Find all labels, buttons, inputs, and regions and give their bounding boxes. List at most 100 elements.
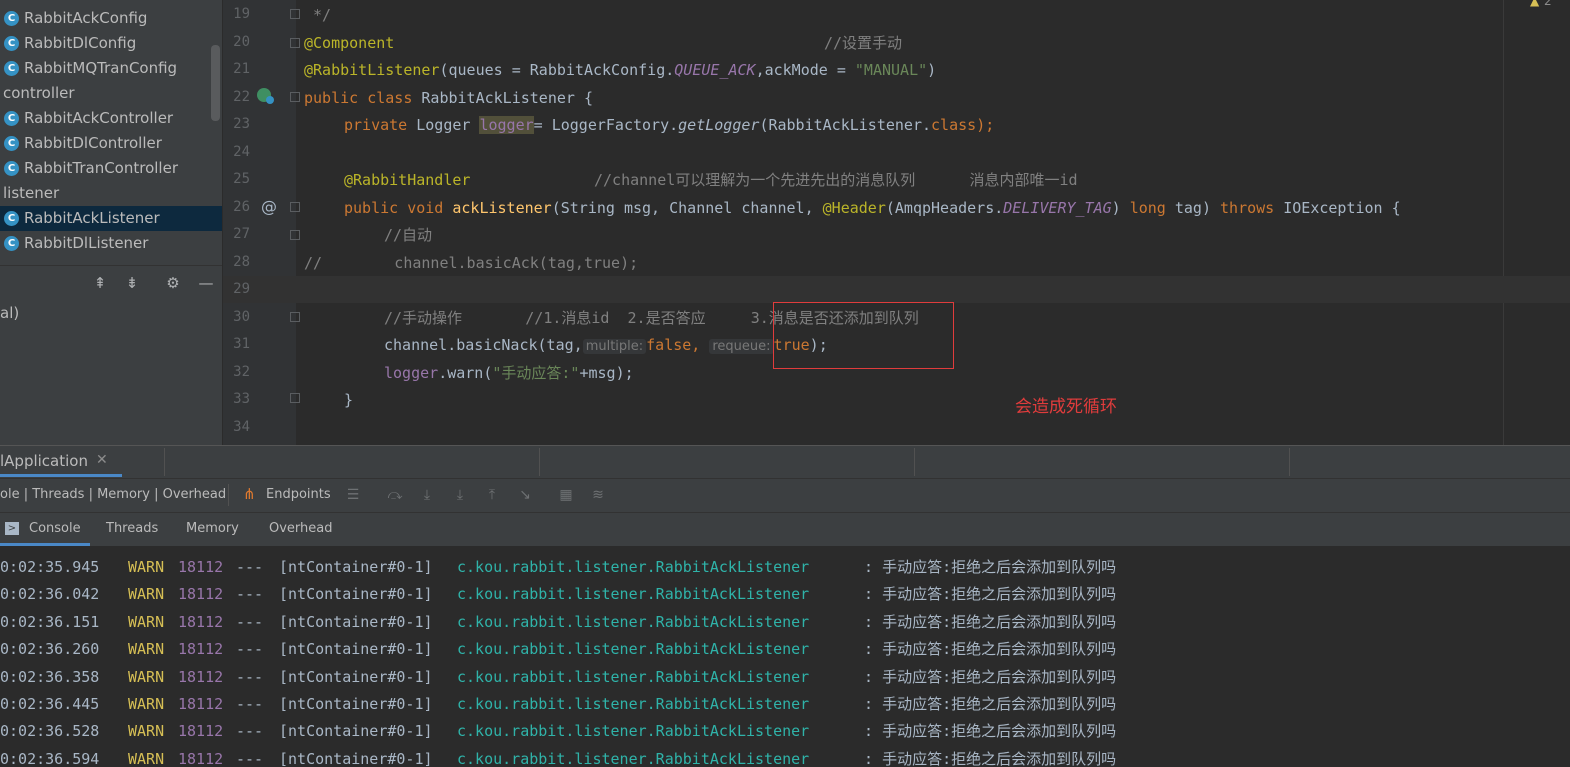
- tree-item-class[interactable]: C RabbitTranController: [0, 156, 222, 181]
- log-line[interactable]: 0:02:35.945 WARN 18112 --- [ntContainer#0-1]…: [0, 554, 1570, 581]
- code-line-21[interactable]: @RabbitListener(queues = RabbitAckConfig…: [304, 57, 936, 84]
- list-icon[interactable]: ☰: [344, 486, 362, 504]
- table-icon[interactable]: ▦: [557, 486, 575, 504]
- log-thread: [ntContainer#0-1]: [279, 585, 433, 604]
- code-line-33[interactable]: }: [344, 387, 353, 414]
- code-text: +msg);: [579, 364, 634, 382]
- line-number: 27: [233, 226, 250, 242]
- log-thread: [ntContainer#0-1]: [279, 640, 433, 659]
- code-line-23[interactable]: private Logger logger= LoggerFactory.get…: [344, 112, 994, 139]
- run-to-cursor-icon[interactable]: ↘: [516, 486, 534, 504]
- code-text: (RabbitAckListener.: [759, 116, 932, 134]
- navigate-icon[interactable]: [266, 96, 274, 104]
- settings-list-icon[interactable]: ≋: [589, 486, 607, 504]
- tab-threads[interactable]: Threads: [106, 521, 158, 536]
- log-msg: : 手动应答:拒绝之后会添加到队列吗: [846, 612, 1117, 631]
- type: Logger: [416, 116, 480, 134]
- tab-console[interactable]: Console: [29, 521, 81, 536]
- fold-marker-icon[interactable]: [290, 9, 300, 19]
- log-line[interactable]: 0:02:36.042 WARN 18112 --- [ntContainer#0-1]…: [0, 581, 1570, 608]
- annotation: @Header: [822, 199, 886, 217]
- tree-item-package[interactable]: listener: [0, 181, 222, 206]
- comment: //设置手动: [824, 34, 903, 52]
- step-into-icon[interactable]: ⤓: [418, 486, 436, 504]
- class-icon: C: [4, 11, 19, 26]
- code-line-20[interactable]: @Component //设置手动: [304, 30, 902, 57]
- tree-item-class[interactable]: C RabbitAckConfig: [0, 6, 222, 31]
- log-line[interactable]: 0:02:36.594 WARN 18112 --- [ntContainer#0-1]…: [0, 746, 1570, 767]
- annotation-marker-icon[interactable]: @: [261, 197, 277, 216]
- code-text: (queues = RabbitAckConfig.: [439, 61, 675, 79]
- tree-item-class[interactable]: C RabbitDlConfig: [0, 31, 222, 56]
- log-thread: [ntContainer#0-1]: [279, 722, 433, 741]
- line-number: 34: [233, 418, 250, 435]
- tree-item-class[interactable]: C RabbitAckListener: [0, 206, 222, 231]
- log-line[interactable]: 0:02:36.358 WARN 18112 --- [ntContainer#0-1]…: [0, 664, 1570, 691]
- log-thread: [ntContainer#0-1]: [279, 558, 433, 576]
- code-line-28[interactable]: // channel.basicAck(tag,true);: [304, 250, 638, 277]
- step-over-icon[interactable]: ⤼: [386, 486, 404, 504]
- log-logger: c.kou.rabbit.listener.RabbitAckListener: [457, 640, 810, 659]
- force-step-into-icon[interactable]: ⤓: [451, 486, 469, 504]
- log-sep: ---: [236, 640, 264, 659]
- tab-overhead[interactable]: Overhead: [269, 521, 333, 536]
- close-icon[interactable]: ✕: [96, 452, 108, 468]
- tree-item-class[interactable]: C RabbitDlListener: [0, 231, 222, 256]
- log-line[interactable]: 0:02:36.528 WARN 18112 --- [ntContainer#0-1]…: [0, 718, 1570, 745]
- annotation: @RabbitListener: [304, 61, 440, 79]
- fold-marker-icon[interactable]: [290, 393, 300, 403]
- code-text: ): [927, 61, 937, 79]
- fold-marker-icon[interactable]: [290, 312, 300, 322]
- warning-icon[interactable]: ▲: [1530, 0, 1539, 8]
- actuator-tabs[interactable]: ole | Threads | Memory | Overhead: [0, 487, 226, 502]
- code-line-25[interactable]: @RabbitHandler //channel可以理解为一个先进先出的消息队列 …: [344, 167, 1078, 194]
- step-out-icon[interactable]: ⤒: [483, 486, 501, 504]
- annotation: @Component: [304, 34, 395, 52]
- line-number: 28: [233, 253, 250, 270]
- code-line-31[interactable]: channel.basicNack(tag, multiple: false, re…: [384, 332, 828, 359]
- tab-memory[interactable]: Memory: [186, 521, 239, 536]
- fold-marker-icon[interactable]: [290, 230, 300, 240]
- gear-icon[interactable]: ⚙: [164, 274, 182, 292]
- endpoints-icon[interactable]: ⋔: [243, 485, 256, 503]
- tree-item-class[interactable]: C RabbitAckController: [0, 106, 222, 131]
- class-icon: C: [4, 136, 19, 151]
- code-line-32[interactable]: logger.warn("手动应答:"+msg);: [384, 360, 634, 387]
- log-logger: c.kou.rabbit.listener.RabbitAckListener: [457, 749, 810, 767]
- tree-item-label: RabbitTranController: [24, 159, 178, 177]
- keyword: false,: [646, 336, 701, 354]
- log-sep: ---: [236, 558, 264, 576]
- log-line[interactable]: 0:02:36.151 WARN 18112 --- [ntContainer#0-1]…: [0, 609, 1570, 636]
- editor-scroll-area[interactable]: ▲ 2: [1503, 0, 1570, 445]
- code-line-22[interactable]: public class RabbitAckListener {: [304, 85, 593, 112]
- fold-marker-icon[interactable]: [290, 92, 300, 102]
- fold-marker-icon[interactable]: [290, 38, 300, 48]
- fold-marker-icon[interactable]: [290, 202, 300, 212]
- log-line[interactable]: 0:02:36.260 WARN 18112 --- [ntContainer#0-1]…: [0, 636, 1570, 663]
- active-tab-underline: [0, 474, 122, 477]
- expand-all-icon[interactable]: ⇞: [91, 274, 109, 292]
- code-line-27[interactable]: //自动: [384, 222, 432, 249]
- keyword: long: [1129, 199, 1175, 217]
- code-line-19[interactable]: */: [304, 2, 331, 29]
- console-output[interactable]: 0:02:35.945 WARN 18112 --- [ntContainer#0-1]…: [0, 546, 1570, 767]
- log-level: WARN: [128, 667, 165, 686]
- tree-item-class[interactable]: C RabbitMQTranConfig: [0, 56, 222, 81]
- tree-item-package[interactable]: controller: [0, 81, 222, 106]
- run-tab-label[interactable]: lApplication: [0, 452, 88, 470]
- constant: DELIVERY_TAG: [1003, 199, 1112, 217]
- minimize-icon[interactable]: —: [197, 274, 215, 292]
- tree-scrollbar[interactable]: [211, 45, 220, 121]
- log-logger: c.kou.rabbit.listener.RabbitAckListener: [457, 695, 810, 713]
- tree-item-label: RabbitDlConfig: [24, 34, 137, 52]
- tree-item-label: RabbitDlListener: [24, 234, 149, 252]
- log-line[interactable]: 0:02:36.445 WARN 18112 --- [ntContainer#0-1]…: [0, 691, 1570, 718]
- collapse-all-icon[interactable]: ⇟: [123, 274, 141, 292]
- tree-item-class[interactable]: C RabbitDlController: [0, 131, 222, 156]
- log-level: WARN: [128, 558, 165, 576]
- endpoints-tab[interactable]: Endpoints: [266, 487, 331, 502]
- keyword: private: [344, 116, 417, 134]
- structure-panel-text: al): [0, 304, 20, 322]
- line-number: 31: [233, 336, 250, 352]
- code-line-26[interactable]: public void ackListener(String msg, Chan…: [344, 195, 1401, 222]
